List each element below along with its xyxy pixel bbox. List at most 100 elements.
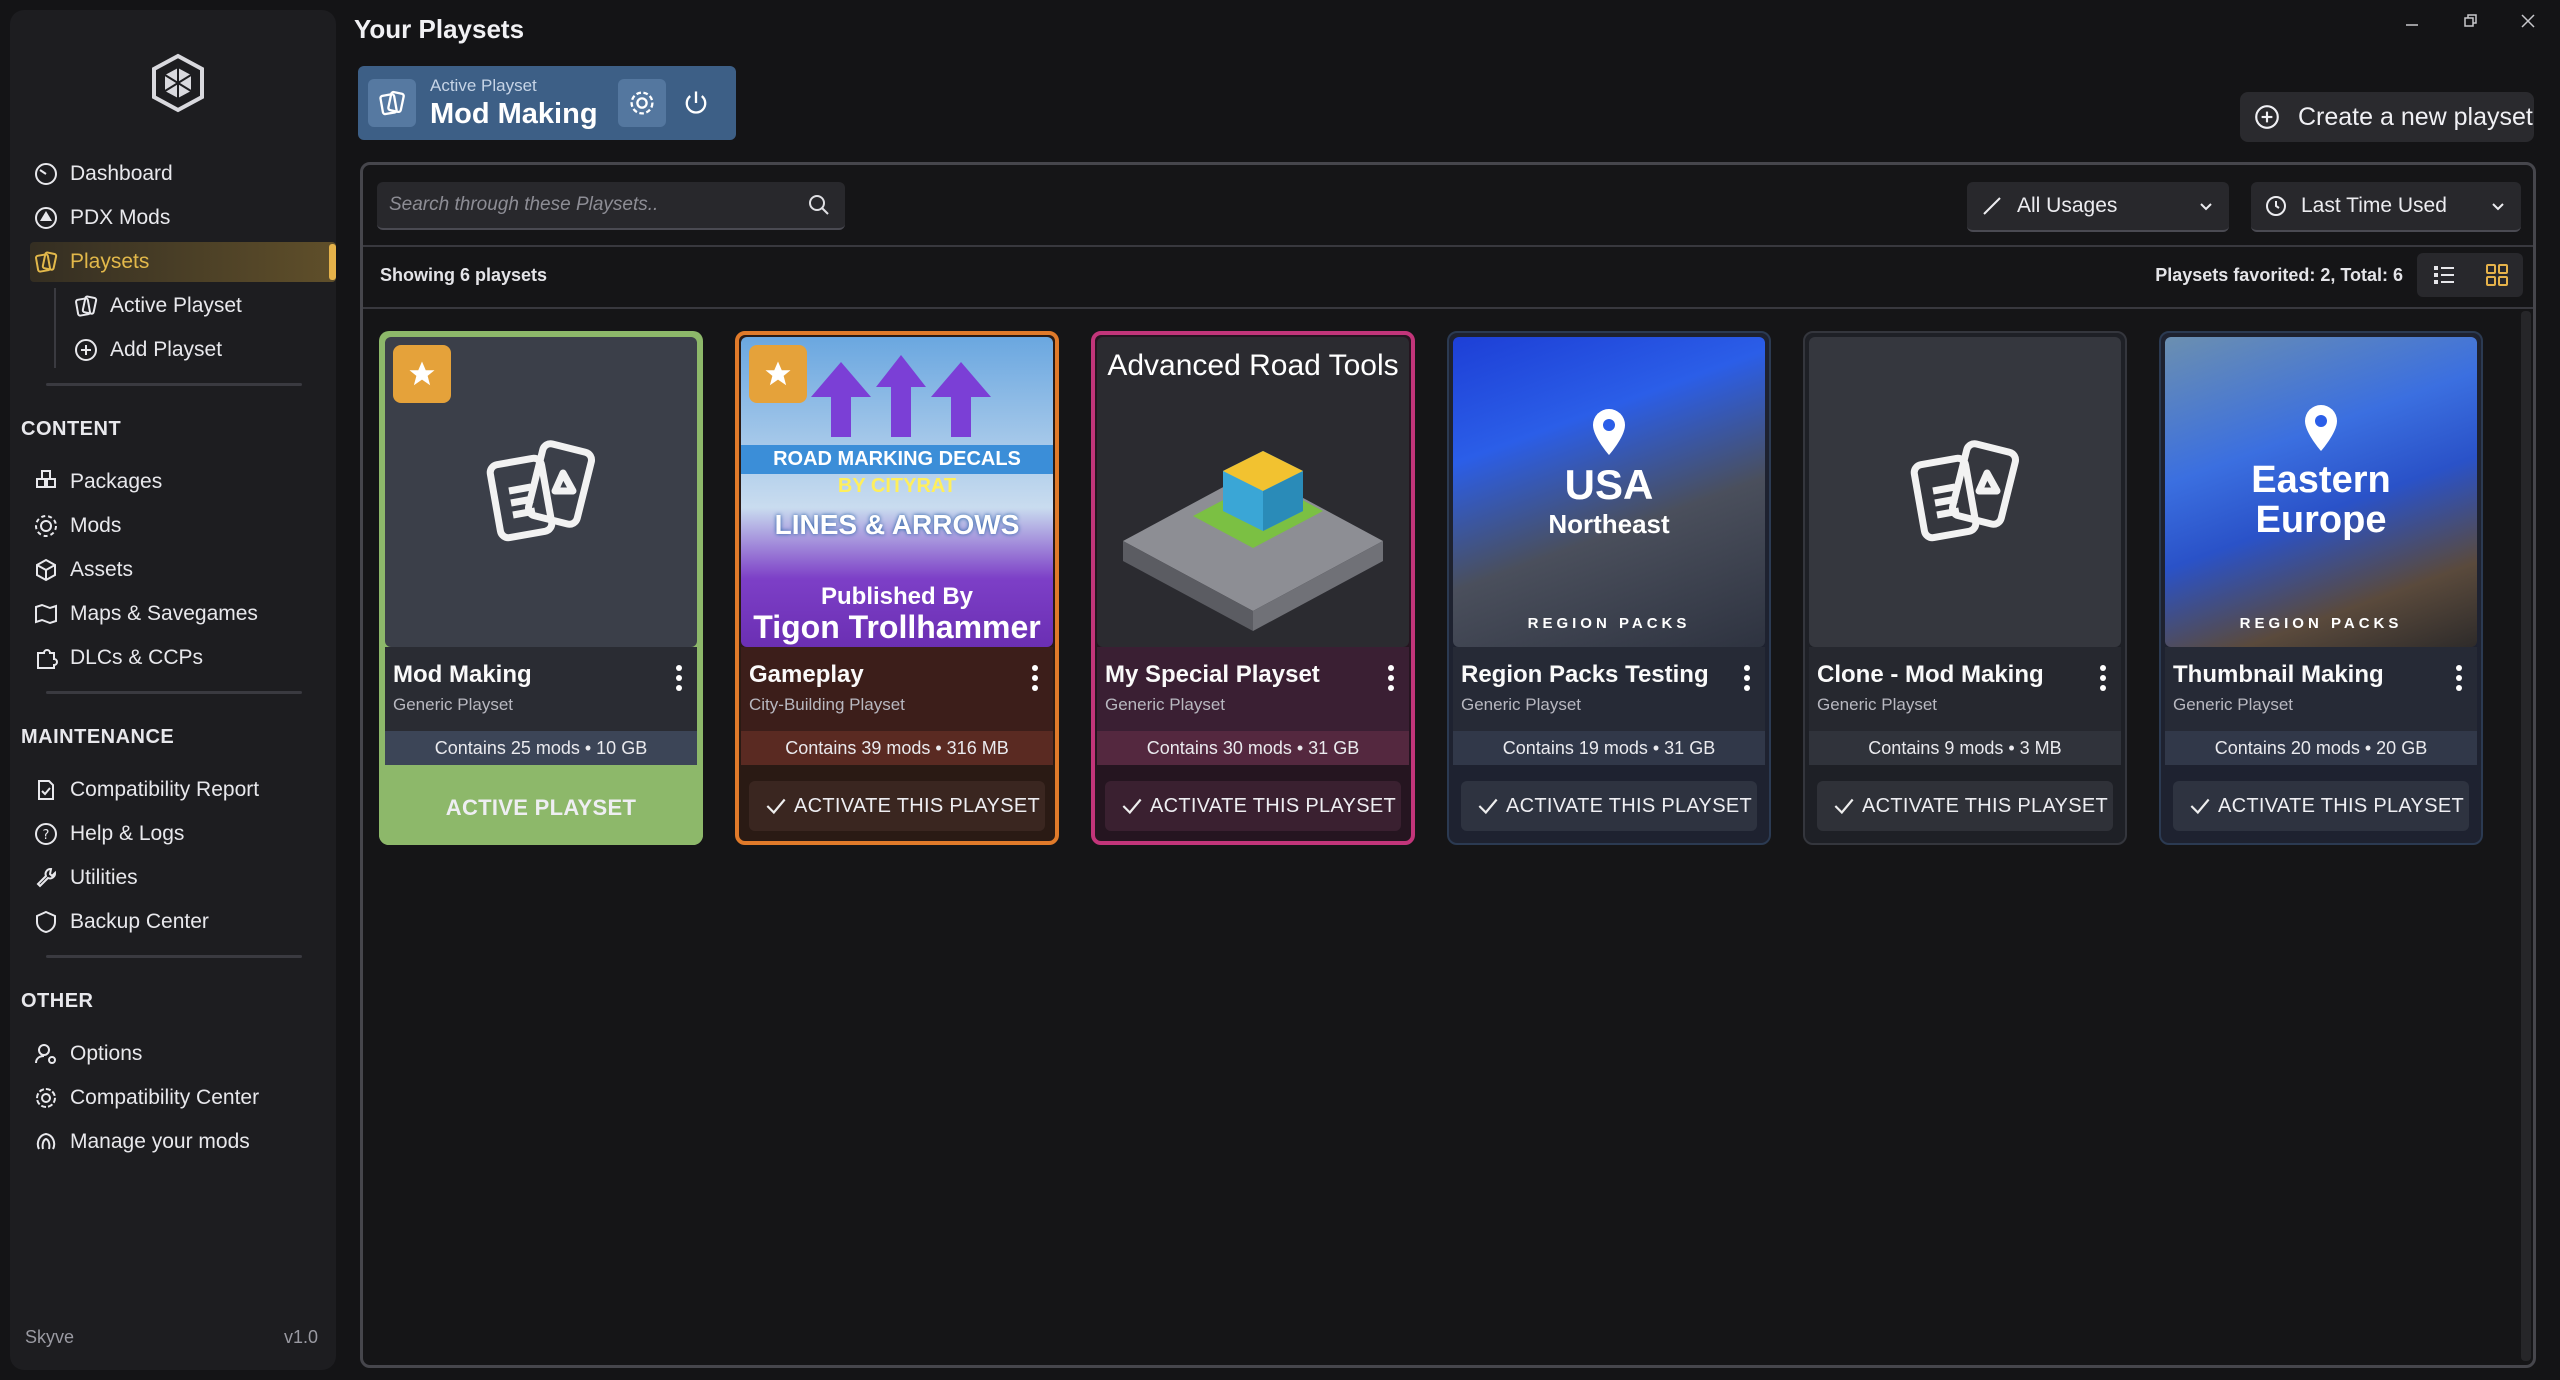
thumb-title-line: ROAD MARKING DECALS [741,445,1053,474]
sidebar-item-assets[interactable]: Assets [30,550,336,590]
playset-card[interactable]: Eastern Europe REGION PACKS Thumbnail Ma… [2159,331,2483,845]
sidebar-item-add-playset[interactable]: Add Playset [70,330,330,370]
search-icon[interactable] [799,185,839,225]
playset-thumbnail: Eastern Europe REGION PACKS [2165,337,2477,647]
more-options-icon[interactable] [1735,661,1759,695]
playset-stats: Contains 30 mods • 31 GB [1097,731,1409,765]
playset-title: Gameplay [749,661,864,688]
list-view-icon[interactable] [2417,253,2470,297]
favorite-star-icon[interactable] [749,345,807,403]
section-title-content: CONTENT [21,418,122,440]
playset-type: Generic Playset [1105,695,1225,714]
gear-icon [630,91,654,115]
sidebar-item-help-logs[interactable]: ? Help & Logs [30,814,336,854]
page-title: Your Playsets [354,14,525,44]
more-options-icon[interactable] [667,661,691,695]
usage-filter-label: All Usages [2017,194,2118,217]
playset-card[interactable]: Clone - Mod Making Generic Playset Conta… [1803,331,2127,845]
playset-card[interactable]: Mod Making Generic Playset Contains 25 m… [379,331,703,845]
sidebar-item-backup-center[interactable]: Backup Center [30,902,336,942]
activate-playset-button[interactable]: ACTIVATE THIS PLAYSET [2173,781,2469,831]
view-toggle [2417,253,2523,297]
grid-view-icon[interactable] [2470,253,2523,297]
sidebar-item-active-playset[interactable]: Active Playset [70,286,330,326]
check-icon [766,798,786,815]
assets-icon [30,554,62,586]
app-version: v1.0 [283,1327,318,1347]
activate-label: ACTIVATE THIS PLAYSET [1150,794,1396,817]
svg-text:?: ? [43,828,50,843]
sidebar-item-packages[interactable]: Packages [30,462,336,502]
pencil-icon [1977,191,2007,221]
sidebar-item-maps[interactable]: Maps & Savegames [30,594,336,634]
playset-thumbnail [1809,337,2121,647]
compatibility-center-icon [30,1082,62,1114]
divider [46,955,302,958]
sidebar-item-label: Maps & Savegames [70,602,258,625]
playset-thumbnail: ROAD MARKING DECALS BY CITYRAT LINES & A… [741,337,1053,647]
restore-icon[interactable] [2450,6,2490,36]
usage-filter-dropdown[interactable]: All Usages [1967,182,2229,232]
activate-label: ACTIVATE THIS PLAYSET [1862,794,2108,817]
more-options-icon[interactable] [2447,661,2471,695]
sidebar-item-pdx-mods[interactable]: PDX Mods [30,198,336,238]
activate-label: ACTIVATE THIS PLAYSET [1506,794,1752,817]
playset-info: Gameplay City-Building Playset [741,647,1053,731]
minimize-icon[interactable] [2392,6,2432,36]
thumb-title-line: Eastern [2251,459,2391,501]
sidebar-item-playsets[interactable]: Playsets [30,242,336,282]
sidebar-item-mods[interactable]: Mods [30,506,336,546]
playset-stats: Contains 25 mods • 10 GB [385,731,697,765]
check-icon [1122,798,1142,815]
activate-playset-button[interactable]: ACTIVATE THIS PLAYSET [749,781,1045,831]
more-options-icon[interactable] [1379,661,1403,695]
activate-playset-button[interactable]: ACTIVATE THIS PLAYSET [1105,781,1401,831]
tree-line [54,288,56,368]
favorite-star-icon[interactable] [393,345,451,403]
sidebar-item-options[interactable]: Options [30,1034,336,1074]
thumb-title-line: Published By [820,583,974,610]
playset-card[interactable]: USA Northeast REGION PACKS Region Packs … [1447,331,1771,845]
sidebar: Dashboard PDX Mods Playsets Active Plays… [10,10,336,1370]
playset-settings-button[interactable] [618,79,666,127]
sidebar-item-manage-mods[interactable]: Manage your mods [30,1122,336,1162]
active-playset-icon [70,290,102,322]
sort-dropdown[interactable]: Last Time Used [2251,182,2521,232]
sidebar-item-dashboard[interactable]: Dashboard [30,154,336,194]
scrollbar[interactable] [2521,311,2531,1361]
utilities-icon [30,862,62,894]
help-icon: ? [30,818,62,850]
playset-info: My Special Playset Generic Playset [1097,647,1409,731]
activate-playset-button[interactable]: ACTIVATE THIS PLAYSET [1461,781,1757,831]
playset-type: Generic Playset [393,695,513,714]
active-playset-name: Mod Making [430,97,598,130]
sidebar-item-compatibility-report[interactable]: Compatibility Report [30,770,336,810]
sidebar-item-label: Compatibility Report [70,778,260,801]
create-playset-label: Create a new playset [2298,102,2533,131]
search-box[interactable] [377,182,845,230]
playsets-panel: All Usages Last Time Used Showing 6 play… [360,162,2536,1368]
activate-label: ACTIVATE THIS PLAYSET [794,794,1040,817]
sidebar-item-dlcs[interactable]: DLCs & CCPs [30,638,336,678]
section-title-other: OTHER [21,990,94,1012]
maps-icon [30,598,62,630]
sidebar-item-label: Add Playset [110,338,223,361]
playset-card[interactable]: Advanced Road Tools My Special Playset G… [1091,331,1415,845]
playset-card[interactable]: ROAD MARKING DECALS BY CITYRAT LINES & A… [735,331,1059,845]
sidebar-item-compatibility-center[interactable]: Compatibility Center [30,1078,336,1118]
more-options-icon[interactable] [1023,661,1047,695]
more-options-icon[interactable] [2091,661,2115,695]
activate-playset-button[interactable]: ACTIVATE THIS PLAYSET [1817,781,2113,831]
close-icon[interactable] [2508,6,2548,36]
deactivate-playset-button[interactable] [672,79,720,127]
dashboard-icon [30,158,62,190]
sidebar-item-utilities[interactable]: Utilities [30,858,336,898]
backup-icon [30,906,62,938]
search-input[interactable] [377,182,799,228]
sidebar-item-label: Compatibility Center [70,1086,260,1109]
active-playset-bar[interactable]: Active Playset Mod Making [358,66,736,140]
playset-info: Thumbnail Making Generic Playset [2165,647,2477,731]
divider [363,245,2533,247]
playset-stats: Contains 39 mods • 316 MB [741,731,1053,765]
create-playset-button[interactable]: Create a new playset [2240,92,2534,142]
